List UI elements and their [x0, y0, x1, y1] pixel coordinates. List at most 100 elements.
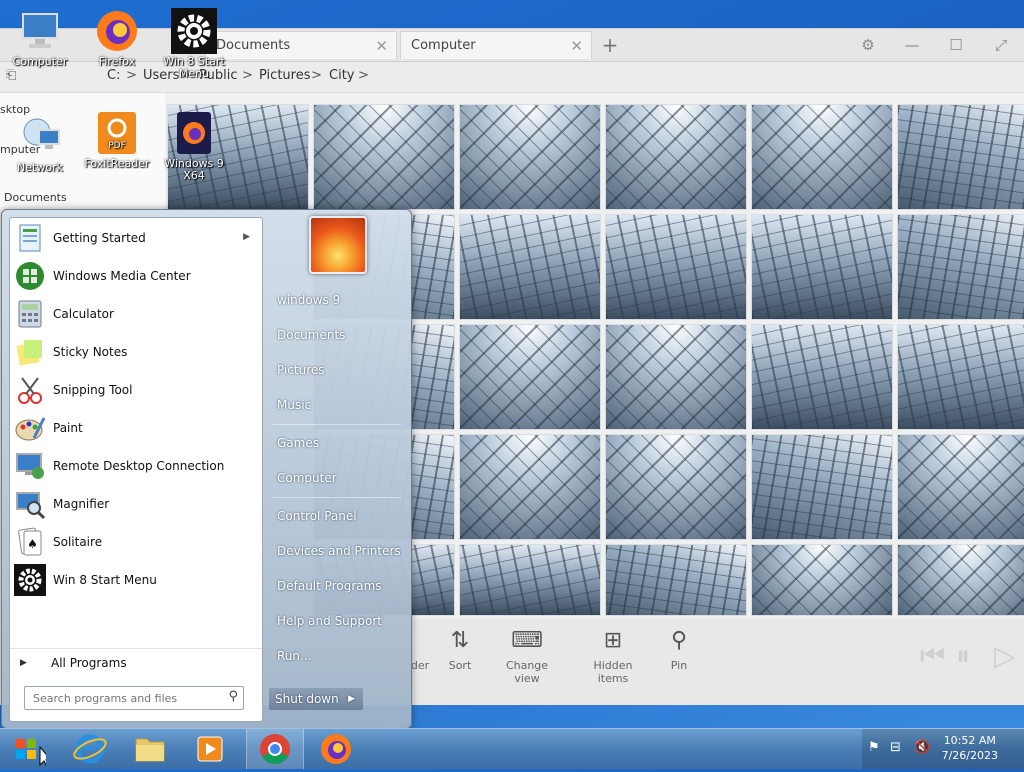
photo-thumbnail[interactable]: [605, 544, 747, 616]
search-icon[interactable]: ⚲: [228, 689, 238, 704]
start-link-computer[interactable]: Computer: [263, 462, 403, 494]
start-item-snipping-tool[interactable]: Snipping Tool: [10, 372, 262, 408]
maximize-button[interactable]: ☐: [942, 33, 970, 57]
start-item-getting-started[interactable]: Getting Started ▶: [10, 220, 262, 256]
start-link-default-programs[interactable]: Default Programs: [263, 570, 403, 602]
triangle-right-icon: ▶: [20, 658, 27, 668]
start-item-label: Getting Started: [53, 231, 146, 245]
desktop-icon-label: FoxitReader: [84, 157, 150, 170]
start-link-control-panel[interactable]: Control Panel: [263, 500, 403, 532]
all-programs-label: All Programs: [51, 656, 127, 670]
photo-thumbnail[interactable]: [897, 104, 1024, 210]
start-item-paint[interactable]: Paint: [10, 410, 262, 446]
desktop-icon-network[interactable]: Network: [2, 114, 78, 174]
start-item-remote-desktop[interactable]: Remote Desktop Connection: [10, 448, 262, 484]
desktop-icon-firefox[interactable]: Firefox: [79, 8, 155, 68]
photo-thumbnail[interactable]: [751, 544, 893, 616]
start-item-calculator[interactable]: Calculator: [10, 296, 262, 332]
photo-thumbnail[interactable]: [897, 214, 1024, 320]
change-view-button[interactable]: ⌨ Change view: [492, 619, 562, 685]
breadcrumb-pictures[interactable]: Pictures: [259, 62, 310, 90]
tab-computer[interactable]: Computer ✕: [400, 31, 592, 59]
taskbar-firefox[interactable]: [308, 729, 364, 769]
shutdown-options-arrow-icon[interactable]: ▶: [348, 688, 355, 710]
start-search-box[interactable]: ⚲: [24, 686, 244, 710]
minimize-button[interactable]: —: [898, 33, 926, 57]
photo-thumbnail[interactable]: [751, 324, 893, 430]
firefox-icon: [321, 734, 351, 764]
start-link-games[interactable]: Games: [263, 427, 403, 459]
play-icon[interactable]: ▷: [994, 639, 1016, 672]
pin-button[interactable]: ⚲ Pin: [662, 619, 696, 672]
start-link-user[interactable]: windows 9: [263, 284, 403, 316]
photo-thumbnail[interactable]: [459, 104, 601, 210]
volume-muted-icon[interactable]: 🔇: [914, 740, 930, 755]
tab-documents[interactable]: Documents ✕: [205, 31, 397, 59]
breadcrumb-city[interactable]: City: [329, 62, 354, 90]
photo-thumbnail[interactable]: [605, 434, 747, 540]
start-search-input[interactable]: [31, 687, 225, 709]
desktop-icon-label: Windows 9 X64: [164, 157, 224, 182]
desktop-icon-label: Firefox: [98, 55, 136, 68]
pause-icon[interactable]: ⏸: [956, 639, 970, 673]
network-tray-icon[interactable]: ⊟: [890, 740, 901, 755]
start-item-win8-start-menu[interactable]: Win 8 Start Menu: [10, 562, 262, 598]
desktop-icon-foxitreader[interactable]: PDF FoxitReader: [79, 110, 155, 170]
shutdown-button[interactable]: Shut down ▶: [269, 688, 363, 710]
taskbar-file-explorer[interactable]: [122, 729, 178, 769]
photo-thumbnail[interactable]: [605, 104, 747, 210]
sticky-notes-icon: [16, 340, 42, 366]
start-item-solitaire[interactable]: ♠ Solitaire: [10, 524, 262, 560]
photo-thumbnail[interactable]: [459, 214, 601, 320]
desktop-icon-win8-start-menu[interactable]: Win 8 Start Menu: [156, 8, 232, 80]
all-programs-button[interactable]: ▶ All Programs: [10, 648, 262, 675]
start-link-help-support[interactable]: Help and Support: [263, 605, 403, 637]
gear-icon: [14, 564, 46, 596]
new-tab-button[interactable]: +: [598, 31, 622, 59]
start-link-run[interactable]: Run...: [263, 640, 403, 672]
hidden-items-button[interactable]: ⊞ Hidden items: [578, 619, 648, 685]
view-command[interactable]: der: [410, 619, 430, 672]
start-link-documents[interactable]: Documents: [263, 319, 403, 351]
photo-thumbnail[interactable]: [751, 214, 893, 320]
start-button[interactable]: [0, 729, 53, 769]
photo-thumbnail[interactable]: [605, 214, 747, 320]
start-item-sticky-notes[interactable]: Sticky Notes: [10, 334, 262, 370]
taskbar-internet-explorer[interactable]: [62, 729, 118, 769]
nav-item-documents[interactable]: Documents: [4, 191, 67, 204]
photo-thumbnail[interactable]: [459, 434, 601, 540]
photo-thumbnail[interactable]: [605, 324, 747, 430]
command-label: Pin: [670, 659, 688, 672]
close-icon[interactable]: ✕: [375, 32, 388, 60]
desktop-icon-computer[interactable]: Computer: [2, 8, 78, 68]
system-clock[interactable]: 10:52 AM 7/26/2023: [942, 733, 998, 763]
start-link-pictures[interactable]: Pictures: [263, 354, 403, 386]
divider: [273, 497, 401, 498]
start-item-windows-media-center[interactable]: Windows Media Center: [10, 258, 262, 294]
desktop-icon-label: Computer: [12, 55, 68, 68]
start-item-label: Solitaire: [53, 535, 103, 549]
photo-thumbnail[interactable]: [897, 544, 1024, 616]
photo-thumbnail[interactable]: [751, 104, 893, 210]
start-link-music[interactable]: Music: [263, 389, 403, 421]
photo-thumbnail[interactable]: [459, 544, 601, 616]
photo-thumbnail[interactable]: [459, 324, 601, 430]
restore-button[interactable]: ⤢: [987, 33, 1015, 57]
photo-thumbnail[interactable]: [897, 434, 1024, 540]
chevron-right-icon: ▶: [243, 232, 250, 242]
photo-thumbnail[interactable]: [313, 104, 455, 210]
desktop-icon-windows9[interactable]: Windows 9 X64: [156, 110, 232, 182]
previous-track-icon[interactable]: ⏮: [920, 639, 945, 673]
close-icon[interactable]: ✕: [570, 32, 583, 60]
user-avatar[interactable]: [309, 216, 367, 274]
calculator-icon: [18, 300, 42, 328]
settings-gear-icon[interactable]: ⚙: [854, 33, 882, 57]
start-link-devices-printers[interactable]: Devices and Printers: [263, 535, 403, 567]
action-center-flag-icon[interactable]: ⚑: [868, 740, 880, 755]
photo-thumbnail[interactable]: [751, 434, 893, 540]
sort-button[interactable]: ⇅ Sort: [440, 619, 480, 672]
start-item-magnifier[interactable]: Magnifier: [10, 486, 262, 522]
photo-thumbnail[interactable]: [897, 324, 1024, 430]
taskbar-chrome[interactable]: [246, 729, 304, 769]
taskbar-media-player[interactable]: [182, 729, 238, 769]
